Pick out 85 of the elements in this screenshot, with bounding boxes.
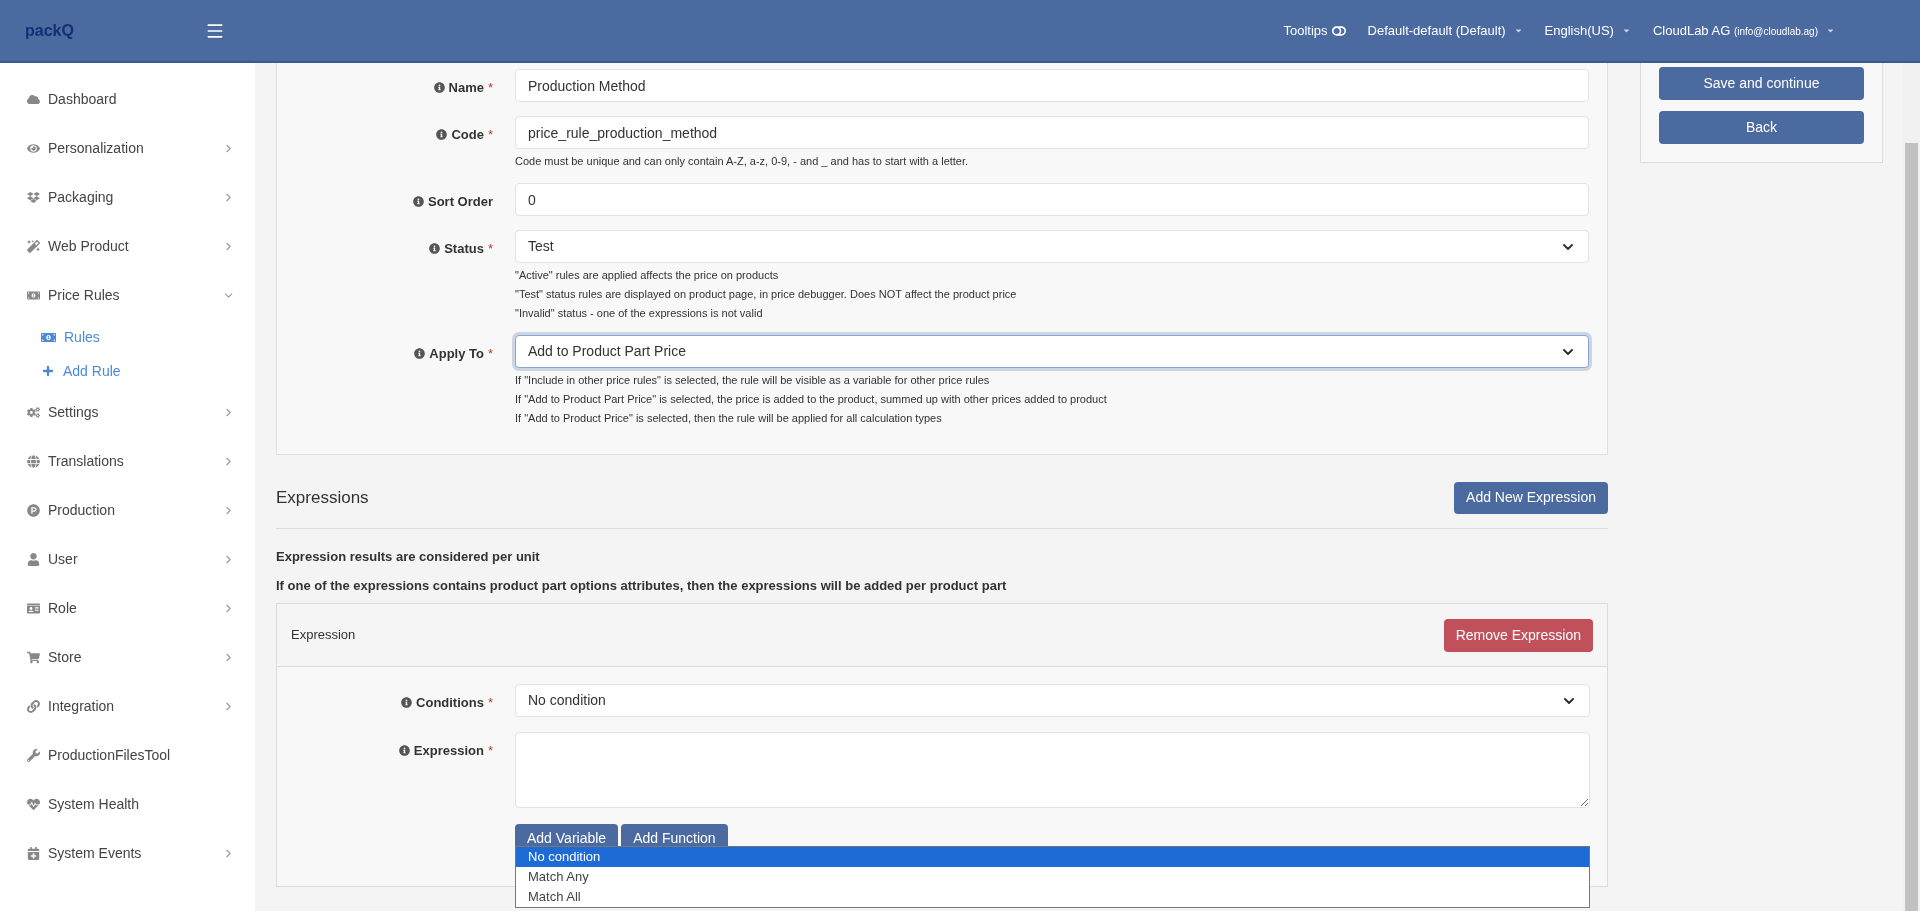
- sidebar-item[interactable]: Translations: [0, 437, 255, 486]
- caret-icon: [1621, 26, 1631, 35]
- help-text: If "Include in other price rules" is selected, the rule will be visible as a variable for other price rules: [515, 373, 991, 388]
- help-text: If "Add to Product Part Price" is selected, the price is added to the product, summed up with other prices added to product: [515, 392, 1108, 407]
- calendar-icon: [27, 847, 40, 860]
- field-label: Name: [448, 79, 484, 97]
- dropdown-option[interactable]: No condition: [516, 847, 1589, 867]
- sidebar-item[interactable]: Web Product: [0, 222, 255, 271]
- remove-expression-button[interactable]: Remove Expression: [1443, 618, 1593, 652]
- globe-icon: [27, 455, 40, 468]
- sidebar-item[interactable]: Store: [0, 633, 255, 682]
- sidebar-item[interactable]: Price Rules: [0, 271, 255, 320]
- plus-icon: [41, 364, 55, 378]
- action-button[interactable]: Save and continue: [1659, 67, 1864, 100]
- field-label: Conditions: [416, 694, 484, 712]
- eye-icon: [27, 142, 40, 155]
- required-mark: *: [487, 126, 493, 144]
- field-label: Apply To: [429, 345, 484, 363]
- info-icon: [429, 243, 441, 255]
- info-icon: [433, 82, 445, 94]
- select-field[interactable]: Test: [515, 230, 1589, 263]
- select-field[interactable]: No condition: [515, 684, 1590, 717]
- sidebar-item[interactable]: Dashboard: [0, 75, 255, 124]
- cloud-icon: [27, 93, 40, 106]
- sidebar-item[interactable]: Role: [0, 584, 255, 633]
- sidebar-subitem[interactable]: Add Rule: [0, 354, 255, 388]
- info-icon: [436, 129, 448, 141]
- sidebar-item[interactable]: ProductionFilesTool: [0, 731, 255, 780]
- field-label: Status: [444, 240, 484, 258]
- id-card-icon: [27, 602, 40, 615]
- required-mark: *: [487, 240, 493, 258]
- select-field[interactable]: Add to Product Part Price: [515, 335, 1589, 368]
- required-mark: *: [487, 79, 493, 97]
- cart-icon: [27, 651, 40, 664]
- boxes-icon: [27, 191, 40, 204]
- text-field[interactable]: Production Method: [515, 69, 1589, 102]
- text-field[interactable]: 0: [515, 183, 1589, 216]
- toggle-off-icon: [1331, 23, 1346, 38]
- info-icon: [413, 196, 424, 208]
- help-text: If "Add to Product Price" is selected, then the rule will be applied for all calculation types: [515, 411, 943, 426]
- sidebar-item[interactable]: Personalization: [0, 124, 255, 173]
- sidebar-item[interactable]: Packaging: [0, 173, 255, 222]
- user-menu[interactable]: CloudLab AG (info@cloudlab.ag): [1652, 20, 1835, 41]
- dropdown-option[interactable]: Match Any: [516, 867, 1589, 887]
- section-title: Expressions: [276, 486, 369, 509]
- info-icon: [414, 348, 426, 360]
- action-button[interactable]: Back: [1659, 111, 1864, 144]
- help-text: "Active" rules are applied affects the price on products: [515, 268, 780, 283]
- help-text: Code must be unique and can only contain A-Z, a-z, 0-9, - and _ and has to start with a letter.: [515, 154, 970, 169]
- wrench-icon: [27, 749, 40, 762]
- sidebar-item[interactable]: Settings: [0, 388, 255, 437]
- user-icon: [27, 553, 40, 566]
- note-text: If one of the expressions contains product part options attributes, then the expressions will be added per product part: [276, 576, 1008, 595]
- caret-icon: [1826, 26, 1835, 35]
- dropdown-menu[interactable]: Default-default (Default): [1367, 20, 1523, 41]
- dropdown-menu[interactable]: English(US): [1544, 20, 1631, 41]
- banknote-icon: [27, 289, 40, 302]
- info-icon: [401, 697, 413, 709]
- sidebar-item[interactable]: User: [0, 535, 255, 584]
- note-text: Expression results are considered per unit: [276, 548, 541, 566]
- field-label: Sort Order: [428, 193, 493, 211]
- info-icon: [398, 745, 410, 757]
- required-mark: *: [487, 345, 493, 363]
- link-icon: [27, 700, 40, 713]
- sidebar-subitem[interactable]: Rules: [0, 320, 255, 354]
- sidebar-item[interactable]: System Events: [0, 829, 255, 878]
- expression-title: Expression: [291, 626, 356, 645]
- required-mark: *: [487, 694, 493, 712]
- wand-icon: [27, 240, 40, 253]
- help-text: "Invalid" status - one of the expressions is not valid: [515, 306, 764, 321]
- tooltips-toggle[interactable]: Tooltips: [1283, 20, 1346, 41]
- gears-icon: [27, 406, 40, 419]
- expression-textarea[interactable]: [515, 732, 1590, 808]
- field-label: Code: [451, 126, 484, 144]
- required-mark: *: [487, 742, 493, 760]
- dropdown-option[interactable]: Match All: [516, 887, 1589, 907]
- text-field[interactable]: price_rule_production_method: [515, 116, 1589, 149]
- field-label: Expression: [413, 742, 484, 760]
- help-text: "Test" status rules are displayed on product page, in price debugger. Does NOT affect the product price: [515, 287, 1018, 302]
- caret-icon: [1513, 26, 1523, 35]
- add-expression-button[interactable]: Add New Expression: [1454, 481, 1608, 514]
- sidebar-item[interactable]: Production: [0, 486, 255, 535]
- sidebar-item[interactable]: Integration: [0, 682, 255, 731]
- heartbeat-icon: [27, 798, 40, 811]
- sidebar-item[interactable]: System Health: [0, 780, 255, 829]
